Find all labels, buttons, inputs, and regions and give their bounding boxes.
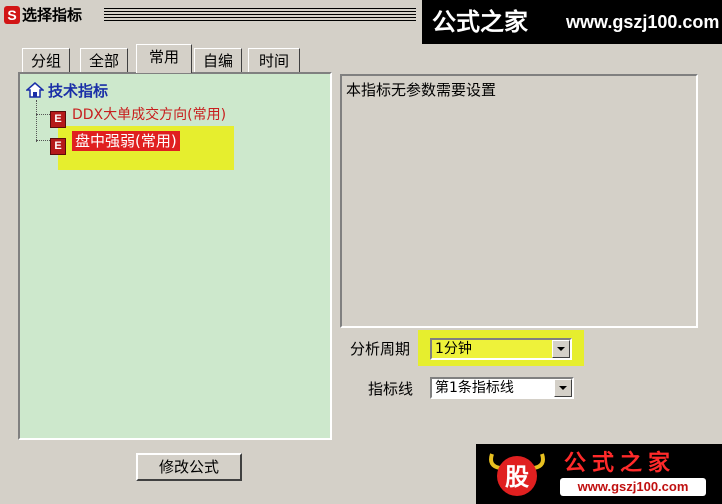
watermark-bottom: 股 公式之家 www.gszj100.com [476,444,722,504]
indicator-tree[interactable]: 技术指标 E DDX大单成交方向(常用) E 盘中强弱(常用) [18,72,332,440]
tab-group[interactable]: 分组 [22,48,70,73]
tab-common[interactable]: 常用 [136,44,192,73]
tree-root-label: 技术指标 [48,82,109,100]
indicator-line-select[interactable]: 第1条指标线 [430,377,574,399]
tree-item-intraday-strength[interactable]: E 盘中强弱(常用) [50,130,180,155]
edit-formula-button[interactable]: 修改公式 [136,453,242,481]
tab-all[interactable]: 全部 [80,48,128,73]
indicator-line-value: 第1条指标线 [435,380,514,396]
indicator-line-label: 指标线 [368,380,414,398]
tab-time[interactable]: 时间 [248,48,300,73]
chevron-down-icon[interactable] [554,379,572,397]
parameter-info-text: 本指标无参数需要设置 [346,81,497,99]
app-icon: S [4,6,20,24]
watermark-bottom-url: www.gszj100.com [560,478,706,496]
watermark-top: 公式之家 www.gszj100.com [422,0,722,44]
watermark-top-url: www.gszj100.com [566,12,720,32]
period-label: 分析周期 [350,340,411,358]
period-select[interactable]: 1分钟 [430,338,572,360]
tree-connector [36,100,37,142]
svg-text:股: 股 [505,463,529,491]
tab-custom[interactable]: 自编 [194,48,242,73]
chevron-down-icon[interactable] [552,340,570,358]
bull-logo-icon: 股 [489,453,545,496]
parameter-info-panel: 本指标无参数需要设置 [340,74,698,328]
home-icon [26,82,44,98]
watermark-top-text: 公式之家 [432,8,528,36]
period-value: 1分钟 [435,341,472,357]
watermark-bottom-text: 公式之家 [564,451,677,476]
tree-item-label: DDX大单成交方向(常用) [72,107,227,123]
window-title: 选择指标 [22,6,83,24]
tree-root[interactable]: 技术指标 [26,80,108,102]
tree-item-label: 盘中强弱(常用) [72,131,180,151]
indicator-icon: E [50,138,66,155]
tree-item-ddx[interactable]: E DDX大单成交方向(常用) [50,104,227,128]
title-bar-stripes [104,8,416,21]
indicator-icon: E [50,111,66,128]
